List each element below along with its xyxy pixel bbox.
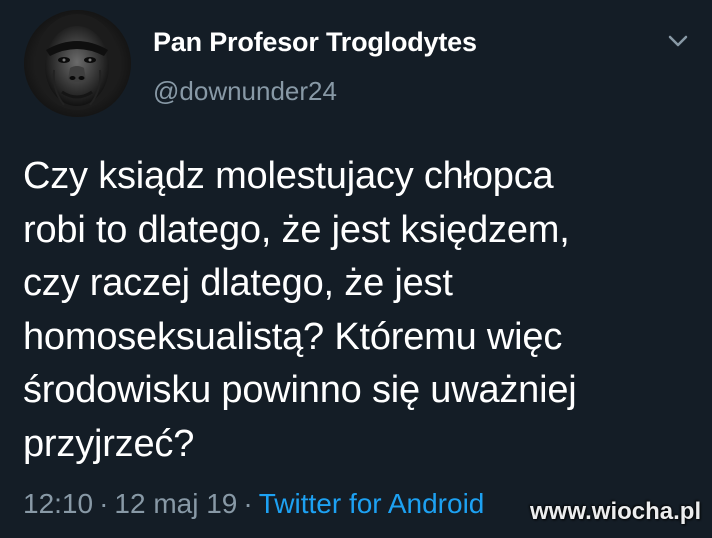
tweet-text: Czy ksiądz molestujacy chłopca robi to d… <box>23 155 577 465</box>
meta-separator: · <box>243 488 253 519</box>
chevron-down-icon[interactable] <box>665 32 691 50</box>
watermark: www.wiocha.pl <box>530 498 702 525</box>
user-handle[interactable]: @downunder24 <box>153 76 337 107</box>
tweet-date[interactable]: 12 maj 19 <box>114 488 237 519</box>
tweet-meta: 12:10 · 12 maj 19 · Twitter for Android <box>23 488 484 520</box>
meta-separator: · <box>99 488 109 519</box>
tweet-source-link[interactable]: Twitter for Android <box>259 488 485 519</box>
avatar[interactable] <box>24 10 131 117</box>
tweet: Pan Profesor Troglodytes @downunder24 Cz… <box>0 0 712 538</box>
display-name[interactable]: Pan Profesor Troglodytes <box>153 27 477 58</box>
ape-avatar-icon <box>24 10 131 117</box>
tweet-time[interactable]: 12:10 <box>23 488 93 519</box>
